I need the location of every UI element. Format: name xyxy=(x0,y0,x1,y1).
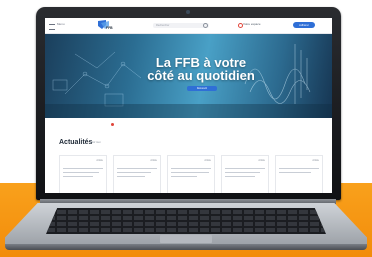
card-tag: Article xyxy=(150,159,157,162)
account-link[interactable]: Votre espace xyxy=(243,22,261,26)
hero-button[interactable]: Découvrir xyxy=(187,86,217,91)
card-tag: Article xyxy=(204,159,211,162)
info-icon xyxy=(111,123,114,126)
card-text-line xyxy=(279,172,311,173)
search-icon[interactable] xyxy=(203,23,208,28)
site-header: Menu FFB Rechercher Votre espace Adhérer xyxy=(45,18,332,34)
key-row xyxy=(46,216,326,220)
laptop-screen: Menu FFB Rechercher Votre espace Adhérer xyxy=(45,18,332,193)
search-input[interactable]: Rechercher xyxy=(153,23,209,28)
laptop-keyboard xyxy=(46,208,326,234)
hamburger-menu-icon[interactable] xyxy=(49,24,55,30)
hero-banner: La FFB à votre côté au quotidien Découvr… xyxy=(45,34,332,118)
card-text-line xyxy=(63,176,93,177)
key-row xyxy=(46,228,326,232)
card-text-line xyxy=(171,176,197,177)
news-cards: Article Article Article Article Article xyxy=(59,155,332,193)
logo-text: FFB xyxy=(106,26,113,30)
card-text-line xyxy=(171,172,209,173)
webcam-icon xyxy=(186,10,190,14)
card-text-line xyxy=(117,168,157,169)
card-tag: Article xyxy=(96,159,103,162)
card-text-line xyxy=(171,168,211,169)
card-text-line xyxy=(279,168,319,169)
card-text-line xyxy=(225,172,260,173)
trackpad xyxy=(160,235,212,243)
card-text-line xyxy=(117,172,151,173)
card-text-line xyxy=(225,168,265,169)
news-card[interactable]: Article xyxy=(275,155,323,193)
menu-label[interactable]: Menu xyxy=(57,22,65,26)
laptop-base-front xyxy=(5,244,367,250)
info-strip[interactable] xyxy=(115,122,265,127)
news-card[interactable]: Article xyxy=(221,155,269,193)
hero-title-line-2: côté au quotidien xyxy=(147,68,255,83)
ffb-logo[interactable]: FFB xyxy=(97,19,115,31)
hero-title: La FFB à votre côté au quotidien xyxy=(141,56,261,82)
news-card[interactable]: Article xyxy=(113,155,161,193)
card-tag: Article xyxy=(312,159,319,162)
news-card[interactable]: Article xyxy=(59,155,107,193)
card-text-line xyxy=(117,176,145,177)
news-see-all-link[interactable]: Voir tout xyxy=(91,141,101,144)
join-button[interactable]: Adhérer xyxy=(293,22,315,28)
news-card[interactable]: Article xyxy=(167,155,215,193)
news-section-title: Actualités xyxy=(59,139,93,146)
key-row xyxy=(46,210,326,214)
card-text-line xyxy=(63,168,103,169)
key-row xyxy=(46,222,326,226)
laptop-scene: Menu FFB Rechercher Votre espace Adhérer xyxy=(0,0,372,257)
card-text-line xyxy=(225,176,255,177)
card-text-line xyxy=(63,172,99,173)
card-tag: Article xyxy=(258,159,265,162)
